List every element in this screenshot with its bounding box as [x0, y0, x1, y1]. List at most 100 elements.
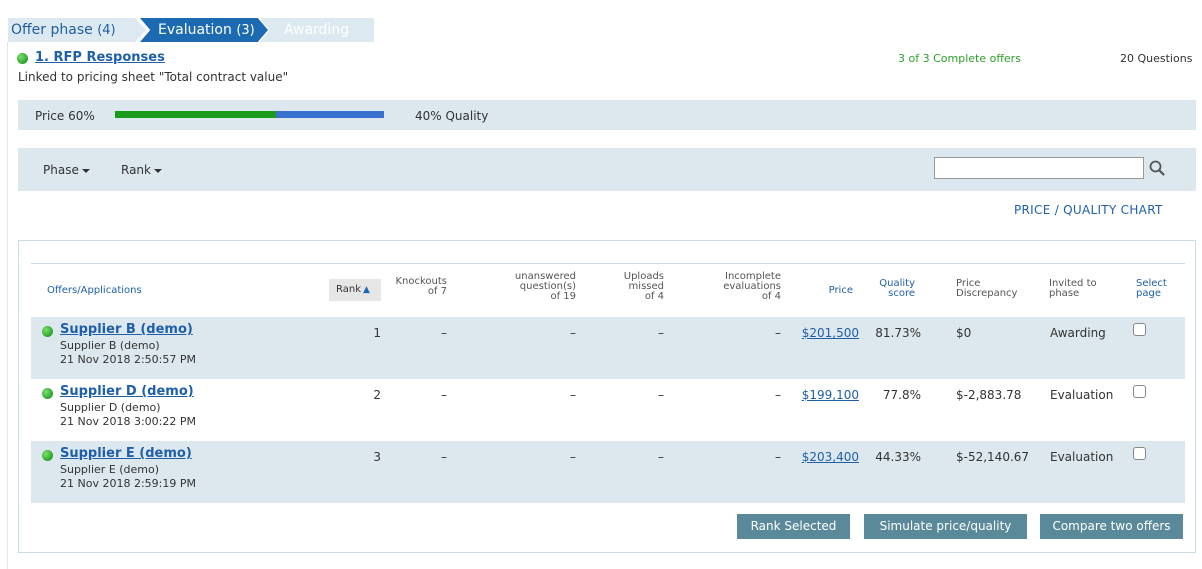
tab-offer-phase-count: (4): [97, 23, 116, 38]
price-link[interactable]: $203,400: [791, 450, 859, 464]
panel-divider: [31, 263, 1185, 264]
simulate-price-quality-button[interactable]: Simulate price/quality: [864, 514, 1027, 539]
incomplete-value: –: [775, 388, 781, 402]
table-row: Supplier E (demo) Supplier E (demo) 21 N…: [31, 441, 1185, 503]
quality-score-value: 44.33%: [875, 450, 921, 464]
invited-phase-value: Evaluation: [1050, 450, 1114, 464]
header-unanswered-line-3: of 19: [550, 291, 576, 302]
submission-date: 21 Nov 2018 2:59:19 PM: [60, 477, 196, 490]
knockouts-value: –: [441, 450, 447, 464]
complete-offers-status: 3 of 3 Complete offers: [898, 52, 1021, 65]
select-checkbox[interactable]: [1133, 385, 1146, 398]
rank-dropdown-label: Rank: [121, 163, 151, 177]
knockouts-value: –: [441, 326, 447, 340]
invited-phase-value: Awarding: [1050, 326, 1106, 340]
header-select-line-2: page: [1136, 288, 1161, 299]
header-price-discrepancy: Price Discrepancy: [956, 279, 1017, 299]
header-invited-line-2: phase: [1049, 288, 1080, 299]
price-quality-weighting: Price 60% 40% Quality: [18, 100, 1196, 130]
price-share-fill: [115, 111, 277, 118]
price-discrepancy-value: $0: [956, 326, 972, 340]
left-border: [7, 42, 8, 569]
header-quality-score[interactable]: Quality score: [871, 279, 915, 299]
rank-value: 3: [373, 450, 381, 464]
supplier-name-link[interactable]: Supplier E (demo): [60, 446, 192, 461]
knockouts-value: –: [441, 388, 447, 402]
offer-status-icon: [42, 450, 53, 461]
search-input[interactable]: [934, 157, 1144, 179]
header-incomplete-line-3: of 4: [761, 291, 781, 302]
header-knockouts: Knockouts of 7: [389, 277, 447, 297]
section-status-icon: [17, 53, 28, 64]
header-uploads: Uploads missed of 4: [604, 272, 664, 302]
table-row: Supplier B (demo) Supplier B (demo) 21 N…: [31, 317, 1185, 379]
incomplete-value: –: [775, 326, 781, 340]
tab-offer-phase-label: Offer phase: [11, 22, 93, 38]
header-invited-to-phase: Invited to phase: [1049, 279, 1097, 299]
quality-weight-label: 40% Quality: [415, 109, 489, 123]
header-discrepancy-line-2: Discrepancy: [956, 288, 1018, 299]
supplier-name-link[interactable]: Supplier B (demo): [60, 322, 193, 337]
filter-bar: Phase Rank: [18, 148, 1196, 191]
offer-status-icon: [42, 326, 53, 337]
phase-breadcrumb: Offer phase (4) Evaluation (3) Awarding: [8, 18, 374, 42]
header-incomplete: Incomplete evaluations of 4: [704, 272, 781, 302]
header-unanswered: unanswered question(s) of 19: [491, 272, 576, 302]
select-checkbox[interactable]: [1133, 447, 1146, 460]
select-checkbox[interactable]: [1133, 323, 1146, 336]
caret-down-icon: [153, 168, 162, 173]
section-title-link[interactable]: 1. RFP Responses: [35, 50, 165, 65]
tab-evaluation-count: (3): [236, 23, 255, 38]
price-weight-label: Price 60%: [35, 109, 95, 123]
header-rank-label: Rank: [336, 284, 361, 295]
rank-value: 1: [373, 326, 381, 340]
header-uploads-line-3: of 4: [644, 291, 664, 302]
price-discrepancy-value: $-52,140.67: [956, 450, 1030, 464]
unanswered-value: –: [570, 450, 576, 464]
header-rank[interactable]: Rank ▲: [329, 279, 381, 301]
uploads-value: –: [658, 450, 664, 464]
unanswered-value: –: [570, 326, 576, 340]
rank-value: 2: [373, 388, 381, 402]
uploads-value: –: [658, 388, 664, 402]
offers-table-panel: Offers/Applications Rank ▲ Knockouts of 7…: [18, 240, 1196, 553]
header-quality-line-2: score: [888, 288, 915, 299]
linked-pricing-note: Linked to pricing sheet "Total contract …: [18, 70, 289, 84]
uploads-value: –: [658, 326, 664, 340]
supplier-subtitle: Supplier B (demo): [60, 339, 160, 352]
header-offers[interactable]: Offers/Applications: [47, 286, 142, 296]
quality-score-value: 77.8%: [882, 388, 921, 402]
price-quality-bar: [115, 111, 384, 118]
unanswered-value: –: [570, 388, 576, 402]
search-icon[interactable]: [1149, 160, 1165, 176]
phase-dropdown-label: Phase: [43, 163, 79, 177]
invited-phase-value: Evaluation: [1050, 388, 1114, 402]
incomplete-value: –: [775, 450, 781, 464]
price-discrepancy-value: $-2,883.78: [956, 388, 1022, 402]
price-link[interactable]: $201,500: [791, 326, 859, 340]
supplier-subtitle: Supplier D (demo): [60, 401, 161, 414]
tab-awarding[interactable]: Awarding: [260, 18, 374, 42]
rank-selected-button[interactable]: Rank Selected: [737, 514, 850, 539]
tab-evaluation[interactable]: Evaluation (3): [140, 18, 268, 42]
header-select-page[interactable]: Select page: [1136, 279, 1167, 299]
phase-dropdown[interactable]: Phase: [43, 163, 90, 177]
table-row: Supplier D (demo) Supplier D (demo) 21 N…: [31, 379, 1185, 441]
sort-ascending-icon: ▲: [363, 285, 370, 295]
submission-date: 21 Nov 2018 3:00:22 PM: [60, 415, 196, 428]
header-knockouts-line-2: of 7: [427, 286, 447, 297]
supplier-subtitle: Supplier E (demo): [60, 463, 160, 476]
header-price[interactable]: Price: [801, 286, 853, 296]
submission-date: 21 Nov 2018 2:50:57 PM: [60, 353, 196, 366]
tab-awarding-label: Awarding: [284, 22, 350, 38]
caret-down-icon: [81, 168, 90, 173]
price-link[interactable]: $199,100: [791, 388, 859, 402]
rank-dropdown[interactable]: Rank: [121, 163, 162, 177]
tab-offer-phase[interactable]: Offer phase (4): [8, 18, 146, 42]
offer-status-icon: [42, 388, 53, 399]
compare-two-offers-button[interactable]: Compare two offers: [1040, 514, 1183, 539]
quality-score-value: 81.73%: [875, 326, 921, 340]
tab-evaluation-label: Evaluation: [158, 22, 232, 38]
price-quality-chart-link[interactable]: PRICE / QUALITY CHART: [1014, 203, 1163, 217]
supplier-name-link[interactable]: Supplier D (demo): [60, 384, 194, 399]
